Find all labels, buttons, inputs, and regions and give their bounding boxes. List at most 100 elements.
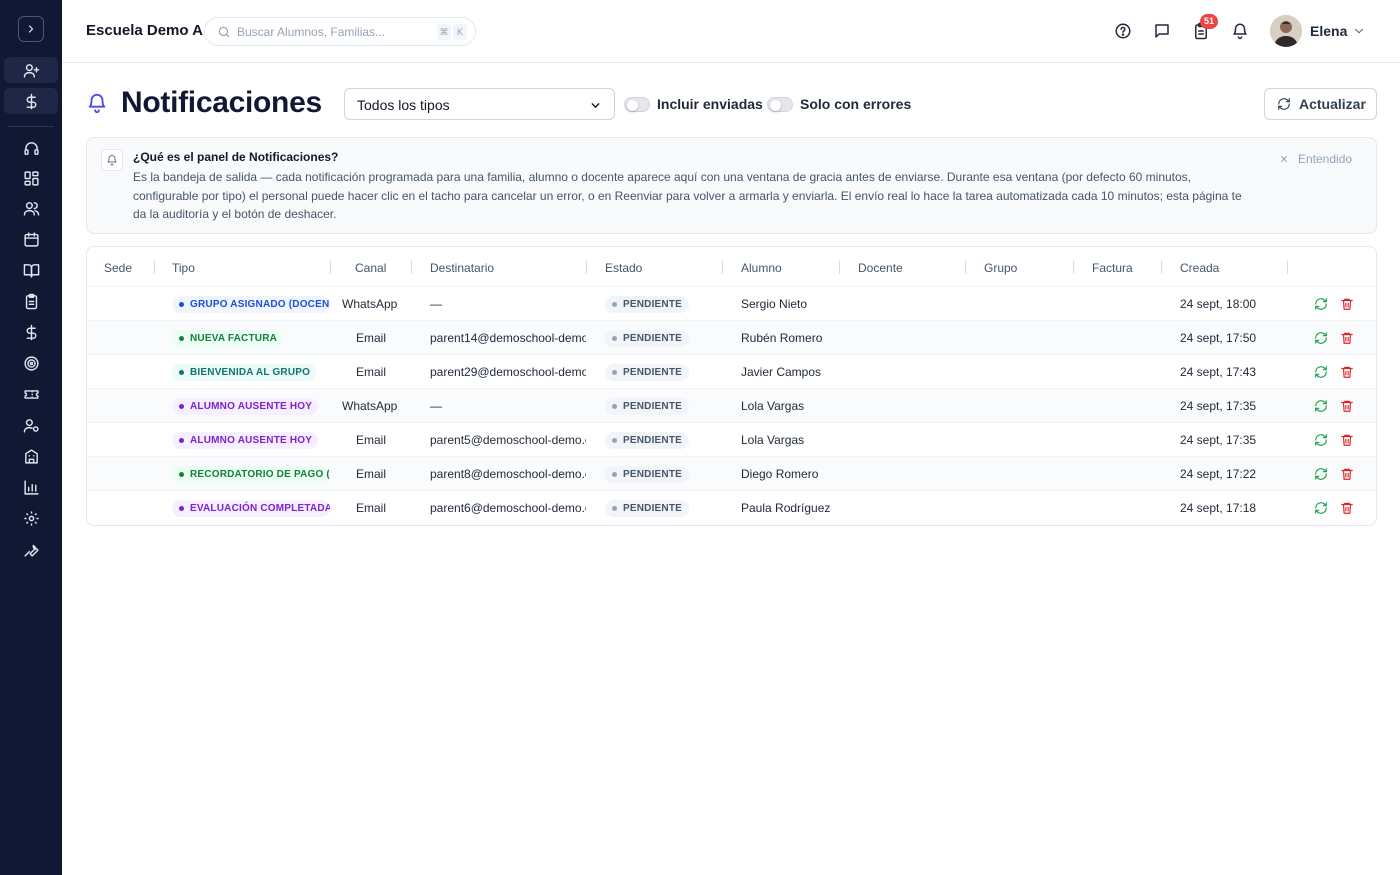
column-header-alumno[interactable]: Alumno — [741, 261, 782, 275]
column-divider[interactable] — [1073, 260, 1074, 274]
table-row[interactable]: NUEVA FACTURA Email parent14@demoschool-de… — [87, 321, 1376, 355]
sidebar-item-billing[interactable] — [4, 319, 58, 345]
table-row[interactable]: ALUMNO AUSENTE HOY WhatsApp — PENDIENTE Lola… — [87, 389, 1376, 423]
sidebar-item-settings[interactable] — [4, 505, 58, 531]
type-label: ALUMNO AUSENTE HOY — [190, 435, 313, 446]
chart-icon — [23, 479, 39, 495]
resend-button[interactable] — [1314, 399, 1328, 413]
student-cell[interactable]: Lola Vargas — [741, 399, 804, 413]
errors-only-label[interactable]: Solo con errores — [800, 96, 911, 112]
sidebar-item-tools[interactable] — [4, 536, 58, 562]
delete-button[interactable] — [1340, 365, 1354, 379]
channel-cell: WhatsApp — [342, 399, 398, 413]
sidebar-expand-button[interactable] — [18, 16, 44, 42]
ticket-icon — [23, 389, 39, 399]
student-cell[interactable]: Javier Campos — [741, 365, 821, 379]
column-header-factura[interactable]: Factura — [1092, 261, 1133, 275]
sidebar-item-tasks[interactable] — [4, 288, 58, 314]
column-divider[interactable] — [586, 260, 587, 274]
refresh-button[interactable]: Actualizar — [1264, 88, 1377, 120]
type-chip: ALUMNO AUSENTE HOY — [172, 432, 319, 449]
sidebar-item-payments[interactable] — [4, 88, 58, 114]
column-divider[interactable] — [722, 260, 723, 274]
chevron-down-icon[interactable] — [1352, 24, 1366, 38]
resend-button[interactable] — [1314, 365, 1328, 379]
notifications-button[interactable] — [1230, 21, 1250, 41]
column-divider[interactable] — [411, 260, 412, 274]
column-header-docente[interactable]: Docente — [858, 261, 903, 275]
channel-cell: Email — [356, 433, 387, 447]
student-cell[interactable]: Lola Vargas — [741, 433, 804, 447]
delete-button[interactable] — [1340, 501, 1354, 515]
user-photo-icon — [1270, 15, 1302, 47]
column-header-tipo[interactable]: Tipo — [172, 261, 195, 275]
search-input[interactable] — [237, 23, 427, 41]
student-cell[interactable]: Paula Rodríguez — [741, 501, 830, 515]
delete-button[interactable] — [1340, 297, 1354, 311]
status-label: PENDIENTE — [623, 333, 683, 344]
dismiss-info-button[interactable]: Entendido — [1279, 152, 1352, 166]
status-dot — [612, 438, 617, 443]
sidebar-item-courses[interactable] — [4, 257, 58, 283]
column-divider[interactable] — [1287, 260, 1288, 274]
column-header-sede[interactable]: Sede — [104, 261, 132, 275]
table-row[interactable]: BIENVENIDA AL GRUPO Email parent29@demosch… — [87, 355, 1376, 389]
recipient-cell: parent8@demoschool-demo.com — [430, 467, 586, 481]
delete-button[interactable] — [1340, 433, 1354, 447]
column-divider[interactable] — [154, 260, 155, 274]
table-row[interactable]: GRUPO ASIGNADO (DOCENTE) WhatsApp — PENDIEN… — [87, 287, 1376, 321]
column-divider[interactable] — [330, 260, 331, 274]
column-header-canal[interactable]: Canal — [355, 261, 386, 275]
include-sent-toggle[interactable] — [624, 97, 650, 112]
sidebar-item-families[interactable] — [4, 195, 58, 221]
table-row[interactable]: EVALUACIÓN COMPLETADA Email parent6@demosc… — [87, 491, 1376, 525]
avatar[interactable] — [1270, 15, 1302, 47]
sidebar-item-calendar[interactable] — [4, 226, 58, 252]
type-dot — [179, 506, 184, 511]
messages-button[interactable] — [1152, 21, 1172, 41]
student-cell[interactable]: Rubén Romero — [741, 331, 822, 345]
column-header-creada[interactable]: Creada — [1180, 261, 1219, 275]
sidebar-item-locations[interactable] — [4, 443, 58, 469]
status-badge: PENDIENTE — [605, 466, 690, 483]
sidebar-item-reports[interactable] — [4, 474, 58, 500]
column-header-estado[interactable]: Estado — [605, 261, 642, 275]
channel-cell: WhatsApp — [342, 297, 398, 311]
type-label: GRUPO ASIGNADO (DOCENTE) — [190, 299, 330, 310]
user-name[interactable]: Elena — [1310, 23, 1347, 39]
table-row[interactable]: RECORDATORIO DE PAGO (CUOTA) Email parent8… — [87, 457, 1376, 491]
resend-button[interactable] — [1314, 467, 1328, 481]
column-divider[interactable] — [965, 260, 966, 274]
type-filter-select[interactable]: Todos los tipos — [344, 88, 615, 120]
status-label: PENDIENTE — [623, 401, 683, 412]
include-sent-label[interactable]: Incluir enviadas — [657, 96, 763, 112]
sidebar-item-staff[interactable] — [4, 412, 58, 438]
resend-button[interactable] — [1314, 433, 1328, 447]
resend-button[interactable] — [1314, 297, 1328, 311]
sidebar-item-goals[interactable] — [4, 350, 58, 376]
column-divider[interactable] — [1161, 260, 1162, 274]
recipient-cell: parent5@demoschool-demo.com — [430, 433, 586, 447]
type-label: ALUMNO AUSENTE HOY — [190, 401, 313, 412]
delete-button[interactable] — [1340, 399, 1354, 413]
errors-only-toggle[interactable] — [767, 97, 793, 112]
delete-button[interactable] — [1340, 467, 1354, 481]
student-cell[interactable]: Diego Romero — [741, 467, 818, 481]
user-plus-icon — [23, 63, 39, 78]
delete-button[interactable] — [1340, 331, 1354, 345]
sidebar-item-dashboard[interactable] — [4, 165, 58, 191]
user-gear-icon — [23, 418, 39, 433]
global-search[interactable]: ⌘ K — [204, 17, 476, 46]
column-header-grupo[interactable]: Grupo — [984, 261, 1017, 275]
resend-button[interactable] — [1314, 331, 1328, 345]
sidebar-item-support[interactable] — [4, 135, 58, 161]
resend-button[interactable] — [1314, 501, 1328, 515]
table-row[interactable]: ALUMNO AUSENTE HOY Email parent5@demoschoo… — [87, 423, 1376, 457]
sidebar-item-add-student[interactable] — [4, 57, 58, 83]
help-button[interactable] — [1113, 21, 1133, 41]
student-cell[interactable]: Sergio Nieto — [741, 297, 807, 311]
sidebar-item-tickets[interactable] — [4, 381, 58, 407]
column-header-destinatario[interactable]: Destinatario — [430, 261, 494, 275]
school-name[interactable]: Escuela Demo A — [86, 22, 203, 39]
column-divider[interactable] — [839, 260, 840, 274]
